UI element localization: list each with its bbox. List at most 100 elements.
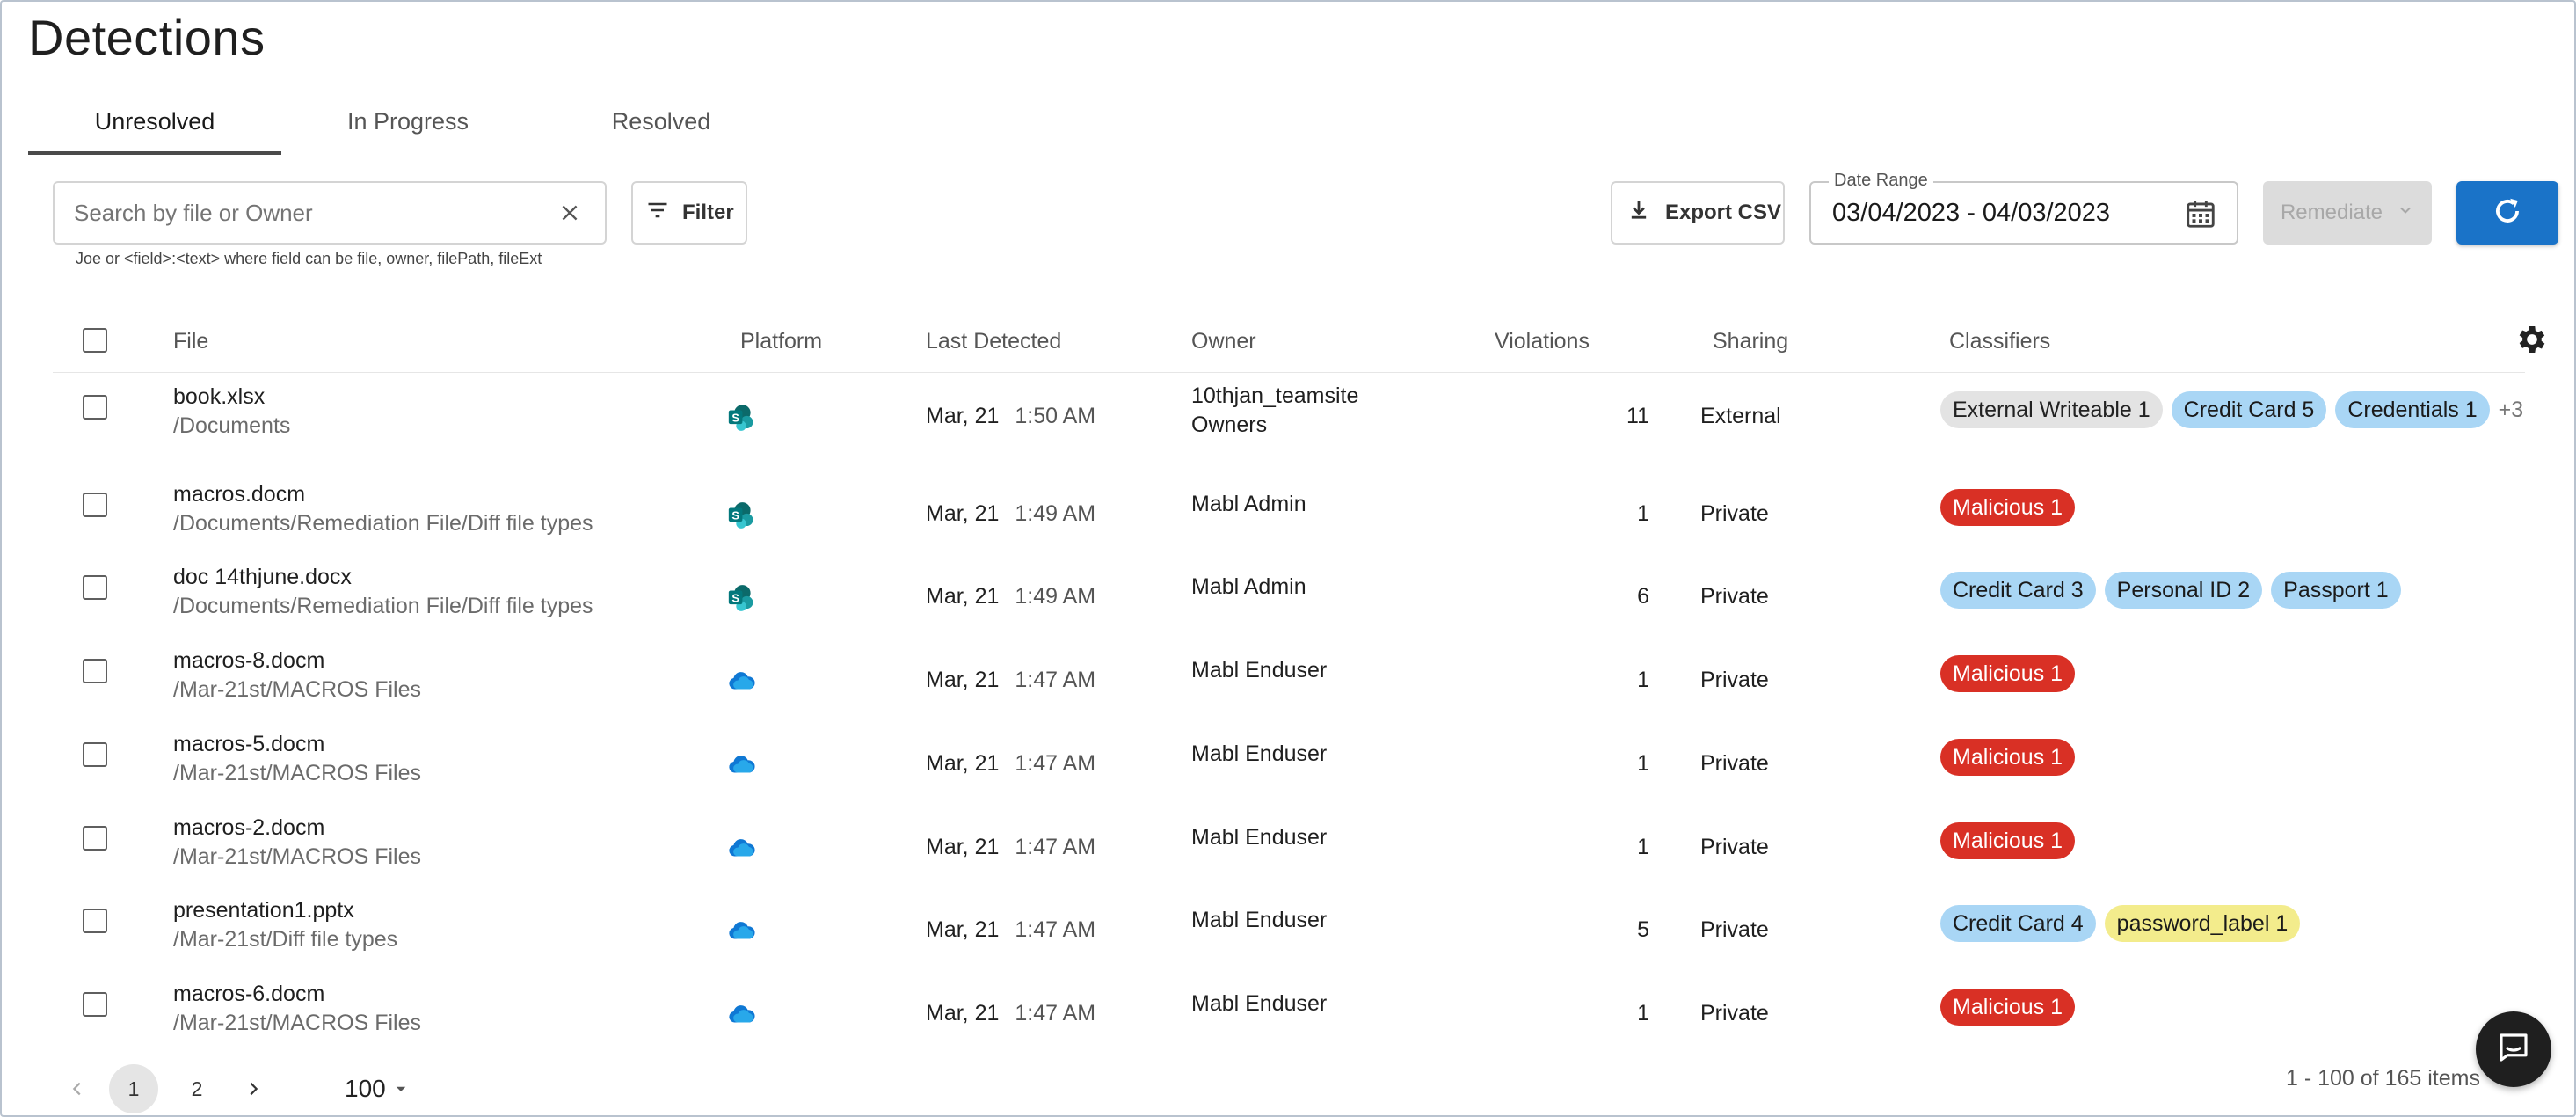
- classifier-chip[interactable]: Malicious 1: [1940, 739, 2076, 776]
- tab-unresolved[interactable]: Unresolved: [28, 88, 281, 155]
- sharing-status: Private: [1700, 835, 1769, 859]
- column-header-violations[interactable]: Violations: [1495, 329, 1590, 354]
- refresh-icon: [2491, 194, 2524, 232]
- file-path: /Mar-21st/MACROS Files: [173, 761, 421, 785]
- filter-button[interactable]: Filter: [631, 181, 747, 245]
- classifier-list: Malicious 1: [1940, 822, 2076, 859]
- file-name[interactable]: macros.docm: [173, 482, 593, 507]
- detected-date: Mar, 21: [926, 501, 1000, 526]
- file-path: /Documents/Remediation File/Diff file ty…: [173, 594, 593, 618]
- table-row[interactable]: macros.docm/Documents/Remediation File/D…: [53, 482, 2525, 571]
- file-path: /Documents: [173, 413, 291, 438]
- file-cell[interactable]: macros-8.docm/Mar-21st/MACROS Files: [173, 648, 421, 703]
- page-2-button[interactable]: 2: [172, 1064, 222, 1113]
- file-name[interactable]: macros-6.docm: [173, 982, 421, 1007]
- file-path: /Mar-21st/MACROS Files: [173, 677, 421, 702]
- owner-name: Mabl Enduser: [1191, 908, 1328, 932]
- classifier-chip[interactable]: Credit Card 5: [2171, 391, 2327, 428]
- detected-time: 1:49 AM: [1015, 501, 1096, 526]
- file-cell[interactable]: doc 14thjune.docx/Documents/Remediation …: [173, 565, 593, 619]
- table-row[interactable]: macros-2.docm/Mar-21st/MACROS Files Mar, …: [53, 815, 2525, 904]
- file-cell[interactable]: macros-2.docm/Mar-21st/MACROS Files: [173, 815, 421, 870]
- detected-date: Mar, 21: [926, 917, 1000, 942]
- row-select-checkbox[interactable]: [83, 742, 107, 767]
- file-cell[interactable]: presentation1.pptx/Mar-21st/Diff file ty…: [173, 898, 397, 953]
- classifier-list: Malicious 1: [1940, 989, 2076, 1026]
- remediate-button[interactable]: Remediate: [2263, 181, 2432, 245]
- row-select-checkbox[interactable]: [83, 826, 107, 851]
- owner-cell: 10thjan_teamsite Owners: [1191, 382, 1358, 440]
- tab-resolved[interactable]: Resolved: [535, 88, 788, 155]
- owner-cell: Mabl Enduser: [1191, 656, 1327, 685]
- classifier-chip[interactable]: Credentials 1: [2335, 391, 2490, 428]
- file-cell[interactable]: macros.docm/Documents/Remediation File/D…: [173, 482, 593, 537]
- row-select-checkbox[interactable]: [83, 395, 107, 420]
- column-header-owner[interactable]: Owner: [1191, 329, 1256, 354]
- search-input[interactable]: [74, 199, 554, 227]
- file-cell[interactable]: macros-6.docm/Mar-21st/MACROS Files: [173, 982, 421, 1036]
- prev-page-button[interactable]: [53, 1064, 102, 1113]
- calendar-icon[interactable]: [2184, 197, 2217, 230]
- file-name[interactable]: doc 14thjune.docx: [173, 565, 593, 590]
- table-row[interactable]: macros-5.docm/Mar-21st/MACROS Files Mar, …: [53, 732, 2525, 821]
- classifier-chip[interactable]: Malicious 1: [1940, 822, 2076, 859]
- owner-name: Mabl Admin: [1191, 574, 1306, 599]
- file-name[interactable]: book.xlsx: [173, 384, 290, 410]
- file-name[interactable]: macros-2.docm: [173, 815, 421, 841]
- classifier-chip[interactable]: Malicious 1: [1940, 489, 2076, 526]
- gear-icon[interactable]: [2514, 322, 2550, 357]
- tab-in-progress[interactable]: In Progress: [281, 88, 535, 155]
- page-size-select[interactable]: 100: [345, 1075, 409, 1103]
- detected-date: Mar, 21: [926, 404, 1000, 428]
- detected-date: Mar, 21: [926, 751, 1000, 776]
- file-name[interactable]: macros-8.docm: [173, 648, 421, 674]
- next-page-button[interactable]: [229, 1064, 278, 1113]
- last-detected-cell: Mar, 21 1:50 AM: [926, 404, 1095, 429]
- file-name[interactable]: macros-5.docm: [173, 732, 421, 757]
- refresh-button[interactable]: [2456, 181, 2558, 245]
- select-all-checkbox[interactable]: [83, 328, 107, 353]
- file-cell[interactable]: book.xlsx/Documents: [173, 384, 290, 439]
- column-header-platform[interactable]: Platform: [740, 329, 822, 354]
- classifier-chip[interactable]: Malicious 1: [1940, 655, 2076, 692]
- sharing-status: Private: [1700, 1001, 1769, 1026]
- row-select-checkbox[interactable]: [83, 992, 107, 1017]
- date-range-field[interactable]: Date Range 03/04/2023 - 04/03/2023: [1809, 171, 2238, 245]
- column-header-classifiers[interactable]: Classifiers: [1949, 329, 2050, 354]
- pagination: 1 2: [53, 1062, 278, 1115]
- detected-time: 1:47 AM: [1015, 668, 1096, 692]
- file-name[interactable]: presentation1.pptx: [173, 898, 397, 924]
- row-select-checkbox[interactable]: [83, 493, 107, 517]
- column-header-last-detected[interactable]: Last Detected: [926, 329, 1061, 354]
- more-classifiers-count[interactable]: +3: [2499, 398, 2524, 423]
- table-row[interactable]: book.xlsx/Documents S Mar, 21 1:50 AM 10thja…: [53, 383, 2525, 473]
- classifier-chip[interactable]: Passport 1: [2271, 572, 2401, 609]
- close-icon[interactable]: [554, 197, 586, 229]
- classifier-chip[interactable]: External Writeable 1: [1940, 391, 2163, 428]
- classifier-chip[interactable]: Malicious 1: [1940, 989, 2076, 1026]
- table-row[interactable]: doc 14thjune.docx/Documents/Remediation …: [53, 565, 2525, 653]
- file-cell[interactable]: macros-5.docm/Mar-21st/MACROS Files: [173, 732, 421, 786]
- table-row[interactable]: macros-8.docm/Mar-21st/MACROS Files Mar, …: [53, 648, 2525, 737]
- row-select-checkbox[interactable]: [83, 909, 107, 933]
- sharing-status: Private: [1700, 501, 1769, 526]
- classifier-list: Credit Card 3 Personal ID 2 Passport 1: [1940, 572, 2401, 609]
- column-header-sharing[interactable]: Sharing: [1713, 329, 1788, 354]
- chat-icon: [2495, 1029, 2532, 1070]
- classifier-chip[interactable]: Credit Card 3: [1940, 572, 2096, 609]
- row-select-checkbox[interactable]: [83, 659, 107, 683]
- classifier-chip[interactable]: Credit Card 4: [1940, 905, 2096, 942]
- chat-launcher-button[interactable]: [2476, 1011, 2551, 1087]
- column-header-file[interactable]: File: [173, 329, 208, 354]
- classifier-chip[interactable]: Personal ID 2: [2104, 572, 2263, 609]
- table-header: File Platform Last Detected Owner Violat…: [53, 311, 2525, 373]
- table-row[interactable]: macros-6.docm/Mar-21st/MACROS Files Mar, …: [53, 982, 2525, 1070]
- violations-count: 1: [1637, 668, 1649, 692]
- page-1-button[interactable]: 1: [109, 1064, 158, 1113]
- owner-name: Mabl Enduser: [1191, 825, 1328, 850]
- row-select-checkbox[interactable]: [83, 575, 107, 600]
- table-row[interactable]: presentation1.pptx/Mar-21st/Diff file ty…: [53, 898, 2525, 987]
- classifier-chip[interactable]: password_label 1: [2104, 905, 2301, 942]
- violations-count: 1: [1637, 835, 1649, 859]
- export-csv-button[interactable]: Export CSV: [1611, 181, 1785, 245]
